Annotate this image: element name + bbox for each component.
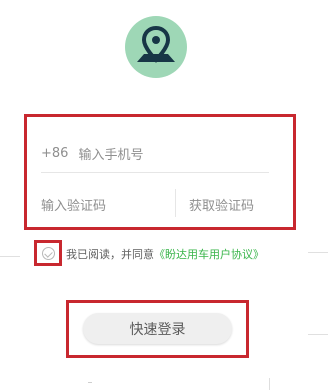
agreement-prefix: 我已阅读，并同意	[66, 248, 154, 261]
login-form: +86 输入手机号 输入验证码 获取验证码	[24, 114, 296, 230]
phone-input[interactable]: 输入手机号	[78, 144, 143, 163]
get-code-button[interactable]: 获取验证码	[189, 195, 254, 214]
quick-login-button[interactable]: 快速登录	[83, 313, 232, 344]
agreement-text: 我已阅读，并同意《盼达用车用户协议》	[66, 246, 264, 262]
agreement-checkbox[interactable]	[41, 246, 55, 260]
code-field-divider	[175, 189, 176, 217]
decorative-line-right-bottom	[308, 334, 328, 335]
map-pin-icon	[137, 25, 175, 63]
login-button-frame: 快速登录	[66, 300, 249, 358]
check-icon	[43, 248, 53, 258]
decorative-line-left	[0, 256, 20, 257]
verification-code-input[interactable]: 输入验证码	[41, 195, 106, 214]
bottom-decoration	[269, 378, 270, 390]
app-logo	[125, 16, 187, 78]
bottom-decoration-left	[88, 382, 92, 383]
agreement-checkbox-wrapper	[34, 240, 62, 266]
country-code-prefix: +86	[41, 145, 69, 161]
field-divider	[41, 172, 269, 173]
phone-row[interactable]: +86 输入手机号	[41, 141, 143, 165]
decorative-line-right-top	[308, 252, 328, 253]
agreement-link[interactable]: 《盼达用车用户协议》	[154, 248, 264, 261]
